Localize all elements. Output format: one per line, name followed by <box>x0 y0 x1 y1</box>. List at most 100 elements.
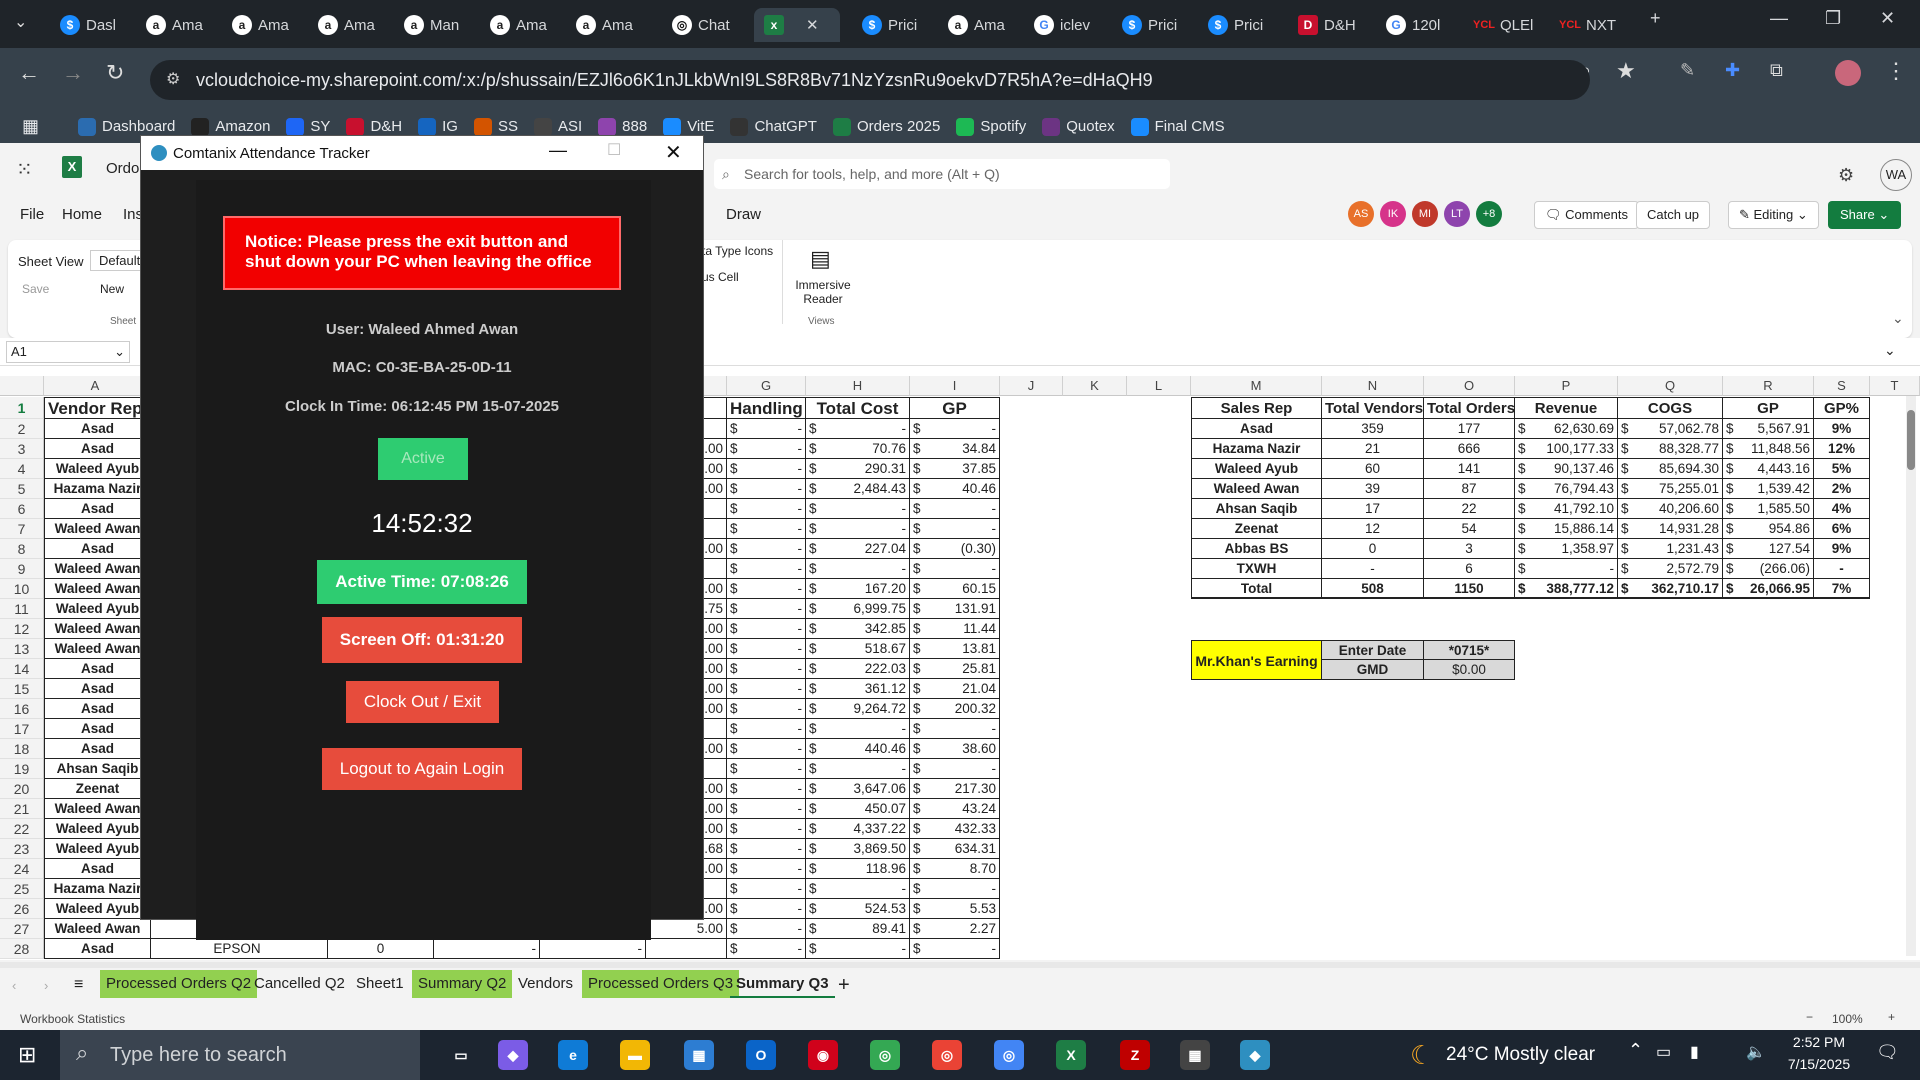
edge-icon[interactable]: e <box>558 1040 588 1070</box>
summary-cell[interactable]: 14,931.28 <box>1618 519 1723 539</box>
summary-cell[interactable]: 177 <box>1424 419 1515 439</box>
cell[interactable]: 38.60 <box>910 739 1000 759</box>
tracker-close-icon[interactable]: ✕ <box>665 140 682 165</box>
bookmark-item[interactable]: SS <box>473 117 518 136</box>
filezilla-icon[interactable]: Z <box>1120 1040 1150 1070</box>
column-header[interactable]: P <box>1515 376 1618 396</box>
cell[interactable]: - <box>540 939 646 959</box>
summary-cell[interactable]: Ahsan Saqib <box>1191 499 1322 519</box>
clock-time[interactable]: 2:52 PM <box>1774 1034 1864 1050</box>
cell[interactable]: - <box>727 879 806 899</box>
cell[interactable]: - <box>727 919 806 939</box>
browser-tab[interactable]: YCL QLEl <box>1464 8 1546 42</box>
header-vendor-rep[interactable]: Vendor Rep <box>44 397 151 419</box>
cell[interactable]: - <box>727 739 806 759</box>
row-header[interactable]: 6 <box>0 499 44 519</box>
vendor-rep-cell[interactable]: Asad <box>44 419 151 439</box>
workbook-title[interactable]: Ordo <box>106 160 139 177</box>
row-header[interactable]: 28 <box>0 939 44 959</box>
cell[interactable]: 34.84 <box>910 439 1000 459</box>
summary-cell[interactable]: Total <box>1191 579 1322 599</box>
summary-cell[interactable]: 7% <box>1814 579 1870 599</box>
cell[interactable]: 25.81 <box>910 659 1000 679</box>
gmd-value[interactable]: $0.00 <box>1424 660 1515 680</box>
cell[interactable]: - <box>727 479 806 499</box>
cell[interactable]: 200.32 <box>910 699 1000 719</box>
cell[interactable]: 11.44 <box>910 619 1000 639</box>
vendor-rep-cell[interactable]: Hazama Nazir <box>44 879 151 899</box>
extension-icon-2[interactable]: ✚ <box>1725 60 1740 81</box>
cell[interactable]: - <box>910 419 1000 439</box>
windows-start-icon[interactable]: ⊞ <box>18 1042 36 1068</box>
summary-cell[interactable]: 508 <box>1322 579 1424 599</box>
summary-cell[interactable]: 6 <box>1424 559 1515 579</box>
cell[interactable]: - <box>727 859 806 879</box>
summary-cell[interactable]: 40,206.60 <box>1618 499 1723 519</box>
cell[interactable]: 89.41 <box>806 919 910 939</box>
share-button[interactable]: Share ⌄ <box>1828 201 1902 229</box>
row-header[interactable]: 22 <box>0 819 44 839</box>
tracker-minimize-icon[interactable]: — <box>549 140 567 161</box>
apps-grid-icon[interactable]: ▦ <box>22 116 39 137</box>
cell[interactable]: 342.85 <box>806 619 910 639</box>
summary-cell[interactable]: 4,443.16 <box>1723 459 1814 479</box>
summary-cell[interactable]: 90,137.46 <box>1515 459 1618 479</box>
cell[interactable]: 131.91 <box>910 599 1000 619</box>
column-header[interactable]: K <box>1063 376 1127 396</box>
app-launcher-icon[interactable]: ⁙ <box>16 157 33 182</box>
tracker-maximize-icon[interactable]: ☐ <box>607 140 621 160</box>
cell[interactable]: - <box>806 499 910 519</box>
cell[interactable]: - <box>727 459 806 479</box>
summary-cell[interactable]: 1,231.43 <box>1618 539 1723 559</box>
task-view-icon[interactable]: ▭ <box>446 1040 476 1070</box>
summary-cell[interactable]: 1,585.50 <box>1723 499 1814 519</box>
bookmark-item[interactable]: Final CMS <box>1130 117 1225 136</box>
sheet-tab[interactable]: Processed Orders Q3 <box>582 970 740 998</box>
profile-avatar[interactable] <box>1835 60 1861 86</box>
summary-cell[interactable]: 60 <box>1322 459 1424 479</box>
browser-tab[interactable]: a Ama <box>480 8 562 42</box>
cell[interactable]: - <box>727 539 806 559</box>
column-header[interactable]: M <box>1191 376 1322 396</box>
bookmark-item[interactable]: SY <box>286 117 330 136</box>
menu-home[interactable]: Home <box>62 206 102 223</box>
vendor-rep-cell[interactable]: Asad <box>44 539 151 559</box>
sheet-tab[interactable]: Summary Q2 <box>412 970 513 998</box>
file-explorer-icon[interactable]: ▬ <box>620 1040 650 1070</box>
summary-cell[interactable]: 5,567.91 <box>1723 419 1814 439</box>
vendor-rep-cell[interactable]: Asad <box>44 499 151 519</box>
browser-tab[interactable]: a Ama <box>566 8 648 42</box>
chrome-icon[interactable]: ◎ <box>994 1040 1024 1070</box>
cell[interactable]: 524.53 <box>806 899 910 919</box>
summary-cell[interactable]: 12% <box>1814 439 1870 459</box>
vendor-rep-cell[interactable]: Waleed Awan <box>44 579 151 599</box>
presence-avatar[interactable]: IK <box>1380 201 1406 227</box>
zoom-in-icon[interactable]: + <box>1888 1010 1895 1024</box>
row-header[interactable]: 14 <box>0 659 44 679</box>
cell[interactable]: - <box>910 719 1000 739</box>
header-gp[interactable]: GP <box>910 397 1000 419</box>
cell[interactable]: - <box>727 719 806 739</box>
cell[interactable]: 13.81 <box>910 639 1000 659</box>
sheet-tab[interactable]: Sheet1 <box>350 970 410 998</box>
taskbar-search-input[interactable]: ⌕ Type here to search <box>60 1030 420 1080</box>
copilot-icon[interactable]: ◆ <box>498 1040 528 1070</box>
cell[interactable]: EPSON <box>147 939 328 959</box>
cell[interactable]: - <box>910 519 1000 539</box>
cell[interactable]: 432.33 <box>910 819 1000 839</box>
cell[interactable]: - <box>727 799 806 819</box>
immersive-reader-button[interactable]: Immersive Reader <box>792 278 854 306</box>
all-sheets-icon[interactable]: ≡ <box>74 976 83 994</box>
row-header[interactable]: 1 <box>0 397 44 419</box>
vendor-rep-cell[interactable]: Waleed Ayub <box>44 599 151 619</box>
bookmark-item[interactable]: ChatGPT <box>730 117 817 136</box>
clock-out-button[interactable]: Clock Out / Exit <box>346 681 499 723</box>
browser-tab[interactable]: $ Prici <box>1112 8 1194 42</box>
summary-cell[interactable]: 62,630.69 <box>1515 419 1618 439</box>
comments-button[interactable]: 🗨 Comments <box>1534 201 1639 229</box>
cell[interactable]: - <box>727 419 806 439</box>
presence-avatar[interactable]: MI <box>1412 201 1438 227</box>
row-header[interactable]: 2 <box>0 419 44 439</box>
row-header[interactable]: 18 <box>0 739 44 759</box>
browser-tab[interactable]: a Ama <box>136 8 218 42</box>
